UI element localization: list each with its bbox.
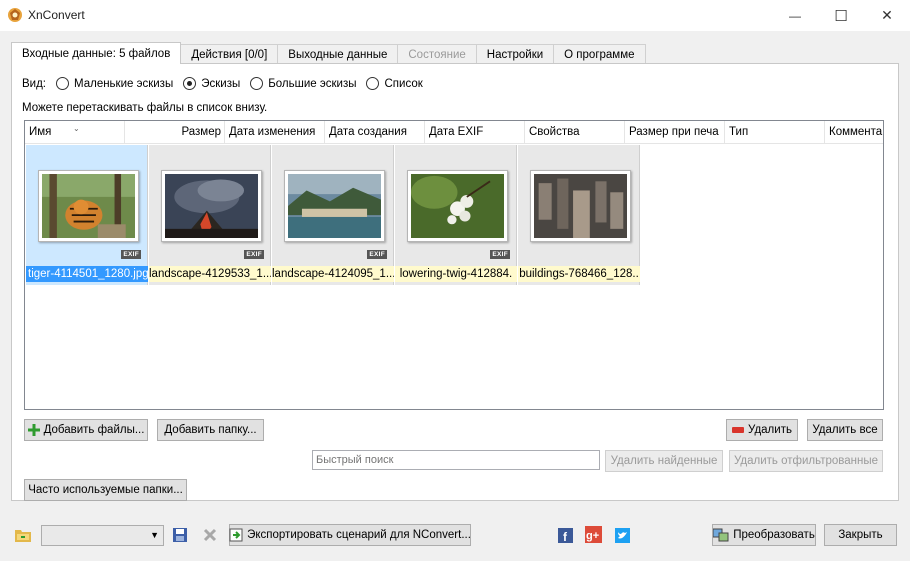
view-mode-row: Вид: Маленькие эскизы Эскизы Большие эск…	[22, 77, 423, 90]
convert-button[interactable]: Преобразовать	[712, 524, 816, 546]
app-logo-icon	[7, 7, 23, 23]
list-item[interactable]: EXIF landscape-4124095_1...	[272, 145, 394, 285]
button-label: Удалить	[748, 424, 792, 436]
column-label: Имя	[29, 126, 52, 138]
radio-indicator[interactable]	[250, 77, 264, 90]
chevron-down-icon: ▼	[150, 530, 159, 540]
view-label: Вид:	[22, 77, 46, 90]
delete-found-button[interactable]: Удалить найденные	[605, 450, 723, 472]
tab-about[interactable]: О программе	[553, 44, 646, 64]
column-size[interactable]: Размер	[125, 121, 225, 144]
column-comment[interactable]: Коммента	[825, 121, 883, 144]
volcano-photo-icon	[165, 174, 258, 238]
column-created[interactable]: Дата создания	[325, 121, 425, 144]
save-icon[interactable]	[171, 526, 189, 544]
preset-combo[interactable]: ▼	[41, 525, 164, 546]
delete-all-button[interactable]: Удалить все	[807, 419, 883, 441]
minimize-icon: —	[789, 8, 801, 23]
button-label: Преобразовать	[733, 529, 815, 541]
tab-settings[interactable]: Настройки	[475, 44, 555, 64]
thumbnail	[284, 170, 385, 242]
file-name: lowering-twig-412884.	[395, 266, 517, 282]
column-properties[interactable]: Свойства	[525, 121, 625, 144]
view-list[interactable]: Список	[366, 77, 423, 90]
close-window-button[interactable]: ✕	[864, 0, 910, 31]
add-folder-button[interactable]: Добавить папку...	[157, 419, 264, 441]
view-large-thumbnails[interactable]: Большие эскизы	[250, 77, 356, 90]
city-photo-icon	[534, 174, 627, 238]
tab-input[interactable]: Входные данные: 5 файлов	[11, 42, 182, 64]
delete-icon[interactable]	[201, 526, 219, 544]
add-icon	[27, 424, 40, 436]
tab-actions[interactable]: Действия [0/0]	[180, 44, 279, 64]
column-type[interactable]: Тип	[725, 121, 825, 144]
svg-text:g+: g+	[586, 530, 599, 542]
facebook-icon[interactable]: f	[556, 526, 574, 544]
drag-hint: Можете перетаскивать файлы в список вниз…	[22, 102, 268, 114]
list-item[interactable]: EXIF landscape-4129533_1...	[149, 145, 271, 285]
button-label: Экспортировать сценарий для NConvert...	[247, 529, 471, 541]
exif-badge: EXIF	[490, 250, 510, 259]
lake-town-photo-icon	[288, 174, 381, 238]
convert-icon	[713, 528, 729, 542]
open-folder-icon[interactable]	[14, 526, 32, 544]
sort-arrow-icon: ⌄	[73, 124, 80, 133]
delete-filtered-button[interactable]: Удалить отфильтрованные	[729, 450, 883, 472]
radio-label: Эскизы	[201, 77, 241, 90]
column-header: Имя ⌄ Размер Дата изменения Дата создания…	[25, 121, 883, 144]
exif-badge: EXIF	[244, 250, 264, 259]
export-script-button[interactable]: Экспортировать сценарий для NConvert...	[229, 524, 471, 546]
button-label: Добавить файлы...	[43, 424, 145, 436]
column-modified[interactable]: Дата изменения	[225, 121, 325, 144]
input-panel: Вид: Маленькие эскизы Эскизы Большие эск…	[11, 63, 899, 501]
maximize-icon: ☐	[834, 7, 848, 25]
twitter-icon[interactable]	[613, 526, 631, 544]
close-button[interactable]: Закрыть	[824, 524, 897, 546]
tiger-photo-icon	[42, 174, 135, 238]
column-exif-date[interactable]: Дата EXIF	[425, 121, 525, 144]
column-print-size[interactable]: Размер при печа	[625, 121, 725, 144]
file-name: landscape-4124095_1...	[272, 266, 394, 282]
main-area: Входные данные: 5 файлов Действия [0/0] …	[0, 31, 910, 561]
tab-status[interactable]: Состояние	[397, 44, 477, 64]
flower-photo-icon	[411, 174, 504, 238]
thumbnail	[530, 170, 631, 242]
list-item[interactable]: EXIF lowering-twig-412884.	[395, 145, 517, 285]
thumbnail	[161, 170, 262, 242]
exif-badge: EXIF	[121, 250, 141, 259]
exif-badge: EXIF	[367, 250, 387, 259]
window-title: XnConvert	[28, 8, 85, 22]
radio-indicator[interactable]	[183, 77, 197, 90]
file-name: landscape-4129533_1...	[149, 266, 271, 282]
add-files-button[interactable]: Добавить файлы...	[24, 419, 148, 441]
google-plus-icon[interactable]: g+	[584, 525, 602, 543]
list-item[interactable]: EXIF tiger-4114501_1280.jpg	[26, 145, 148, 285]
quick-search-input[interactable]	[312, 450, 600, 470]
tab-output[interactable]: Выходные данные	[277, 44, 399, 64]
close-icon: ✕	[881, 7, 893, 23]
frequent-folders-button[interactable]: Часто используемые папки...	[24, 479, 187, 501]
title-bar: XnConvert — ☐ ✕	[0, 0, 910, 31]
remove-icon	[732, 427, 745, 433]
delete-button[interactable]: Удалить	[726, 419, 798, 441]
radio-indicator[interactable]	[366, 77, 380, 90]
thumbnail	[407, 170, 508, 242]
radio-label: Маленькие эскизы	[74, 77, 174, 90]
minimize-button[interactable]: —	[772, 0, 818, 31]
column-name[interactable]: Имя ⌄	[25, 121, 125, 144]
thumbnail	[38, 170, 139, 242]
view-small-thumbnails[interactable]: Маленькие эскизы	[56, 77, 173, 90]
radio-indicator[interactable]	[56, 77, 69, 90]
export-icon	[229, 528, 243, 542]
radio-label: Список	[384, 77, 423, 90]
file-name: tiger-4114501_1280.jpg	[26, 266, 148, 282]
file-name: buildings-768466_128..	[518, 266, 640, 282]
maximize-button[interactable]: ☐	[818, 0, 864, 31]
view-thumbnails[interactable]: Эскизы	[183, 77, 240, 90]
file-list[interactable]: Имя ⌄ Размер Дата изменения Дата создания…	[24, 120, 884, 410]
list-item[interactable]: buildings-768466_128..	[518, 145, 640, 285]
radio-label: Большие эскизы	[268, 77, 357, 90]
tab-bar: Входные данные: 5 файлов Действия [0/0] …	[11, 42, 646, 64]
